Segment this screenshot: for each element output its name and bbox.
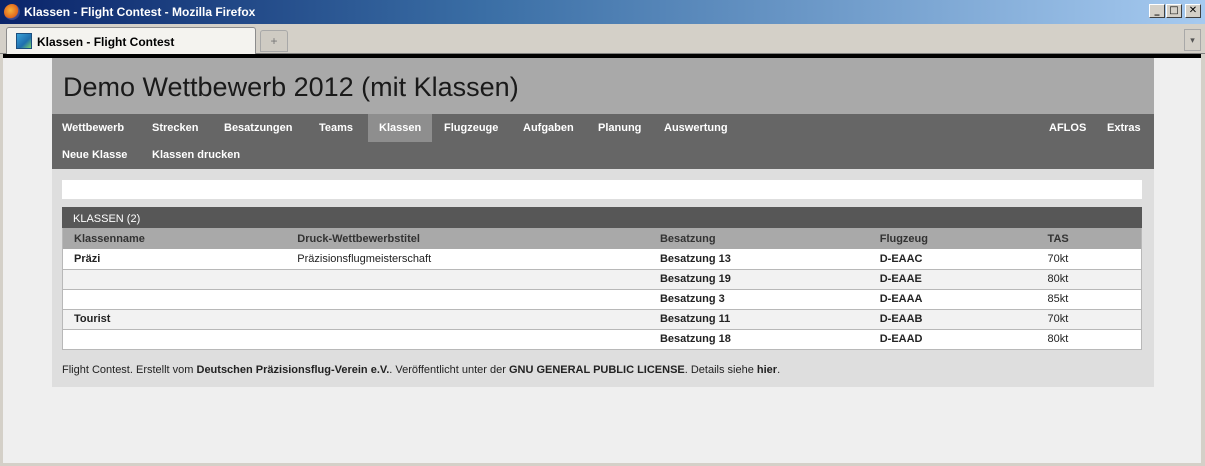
print-title-cell: Präzisionsflugmeisterschaft: [286, 249, 649, 270]
site-header: Demo Wettbewerb 2012 (mit Klassen): [52, 58, 1154, 114]
footer-organization-link[interactable]: Deutschen Präzisionsflug-Verein e.V.: [197, 364, 390, 376]
nav-flugzeuge[interactable]: Flugzeuge: [444, 122, 498, 134]
nav-wettbewerb[interactable]: Wettbewerb: [62, 122, 124, 134]
nav-extras[interactable]: Extras: [1107, 122, 1141, 134]
class-name-link: [62, 289, 287, 310]
column-header-druck-wettbewerbstitel: Druck-Wettbewerbstitel: [286, 228, 649, 249]
tas-cell: 80kt: [1036, 269, 1142, 290]
maximize-button[interactable]: □: [1166, 4, 1182, 18]
class-name-link: [62, 329, 287, 350]
tas-cell: 70kt: [1036, 249, 1142, 270]
table-row: Tourist Besatzung 11 D-EAAB 70kt: [62, 309, 1142, 330]
window-title: Klassen - Flight Contest - Mozilla Firef…: [24, 5, 256, 19]
footer-details-link[interactable]: hier: [757, 364, 777, 376]
column-header-klassenname: Klassenname: [62, 228, 287, 249]
nav-besatzungen[interactable]: Besatzungen: [224, 122, 292, 134]
tas-cell: 85kt: [1036, 289, 1142, 310]
table-header-row: Klassenname Druck-Wettbewerbstitel Besat…: [62, 228, 1142, 249]
subnav-klassen-drucken[interactable]: Klassen drucken: [152, 149, 240, 161]
tab-strip: Klassen - Flight Contest + ▾: [0, 24, 1205, 54]
crew-link[interactable]: Besatzung 13: [648, 249, 869, 270]
class-name-link[interactable]: Tourist: [62, 309, 287, 330]
nav-aflos[interactable]: AFLOS: [1049, 122, 1086, 134]
footer-text: . Details siehe: [684, 364, 757, 376]
table-row: Besatzung 19 D-EAAE 80kt: [62, 269, 1142, 290]
footer-text: .: [777, 364, 781, 376]
aircraft-link[interactable]: D-EAAD: [868, 329, 1037, 350]
print-title-cell: [286, 289, 649, 310]
close-button[interactable]: ✕: [1185, 4, 1201, 18]
table-row: Besatzung 18 D-EAAD 80kt: [62, 329, 1142, 350]
crew-link[interactable]: Besatzung 11: [648, 309, 869, 330]
message-bar: [62, 180, 1142, 199]
nav-teams[interactable]: Teams: [319, 122, 353, 134]
aircraft-link[interactable]: D-EAAE: [868, 269, 1037, 290]
nav-klassen[interactable]: Klassen: [368, 114, 433, 142]
subnav-neue-klasse[interactable]: Neue Klasse: [62, 149, 127, 161]
table-row: Präzi Präzisionsflugmeisterschaft Besatz…: [62, 249, 1142, 270]
tas-cell: 80kt: [1036, 329, 1142, 350]
browser-tab-label: Klassen - Flight Contest: [37, 35, 175, 49]
nav-strecken[interactable]: Strecken: [152, 122, 198, 134]
aircraft-link[interactable]: D-EAAB: [868, 309, 1037, 330]
panel-title: KLASSEN (2): [62, 207, 1142, 228]
browser-tab-klassen[interactable]: Klassen - Flight Contest: [6, 27, 256, 54]
page-viewport: Demo Wettbewerb 2012 (mit Klassen) Wettb…: [3, 54, 1201, 463]
window-title-bar: Klassen - Flight Contest - Mozilla Firef…: [0, 0, 1205, 24]
print-title-cell: [286, 309, 649, 330]
flight-contest-favicon-icon: [16, 33, 32, 49]
nav-aufgaben[interactable]: Aufgaben: [523, 122, 574, 134]
crew-link[interactable]: Besatzung 18: [648, 329, 869, 350]
page-container: Demo Wettbewerb 2012 (mit Klassen) Wettb…: [52, 58, 1154, 387]
column-header-flugzeug: Flugzeug: [868, 228, 1037, 249]
nav-auswertung[interactable]: Auswertung: [664, 122, 728, 134]
print-title-cell: [286, 329, 649, 350]
minimize-button[interactable]: _: [1149, 4, 1165, 18]
classes-table: Klassenname Druck-Wettbewerbstitel Besat…: [62, 228, 1142, 350]
page-title: Demo Wettbewerb 2012 (mit Klassen): [63, 72, 519, 102]
main-navigation: Wettbewerb Strecken Besatzungen Teams Kl…: [52, 114, 1154, 169]
print-title-cell: [286, 269, 649, 290]
table-row: Besatzung 3 D-EAAA 85kt: [62, 289, 1142, 310]
column-header-besatzung: Besatzung: [648, 228, 869, 249]
footer-text: Flight Contest. Erstellt vom: [62, 364, 197, 376]
column-header-tas: TAS: [1036, 228, 1142, 249]
firefox-icon: [4, 4, 20, 20]
tas-cell: 70kt: [1036, 309, 1142, 330]
footer-text: . Veröffentlicht unter der: [389, 364, 509, 376]
new-tab-button[interactable]: +: [260, 30, 288, 52]
aircraft-link[interactable]: D-EAAA: [868, 289, 1037, 310]
class-name-link[interactable]: Präzi: [62, 249, 287, 270]
crew-link[interactable]: Besatzung 3: [648, 289, 869, 310]
aircraft-link[interactable]: D-EAAC: [868, 249, 1037, 270]
page-footer: Flight Contest. Erstellt vom Deutschen P…: [62, 364, 780, 376]
footer-license-link[interactable]: GNU GENERAL PUBLIC LICENSE: [509, 364, 685, 376]
classes-panel: KLASSEN (2) Klassenname Druck-Wettbewerb…: [62, 207, 1142, 350]
class-name-link: [62, 269, 287, 290]
tab-list-button[interactable]: ▾: [1184, 29, 1201, 51]
crew-link[interactable]: Besatzung 19: [648, 269, 869, 290]
nav-planung[interactable]: Planung: [598, 122, 641, 134]
